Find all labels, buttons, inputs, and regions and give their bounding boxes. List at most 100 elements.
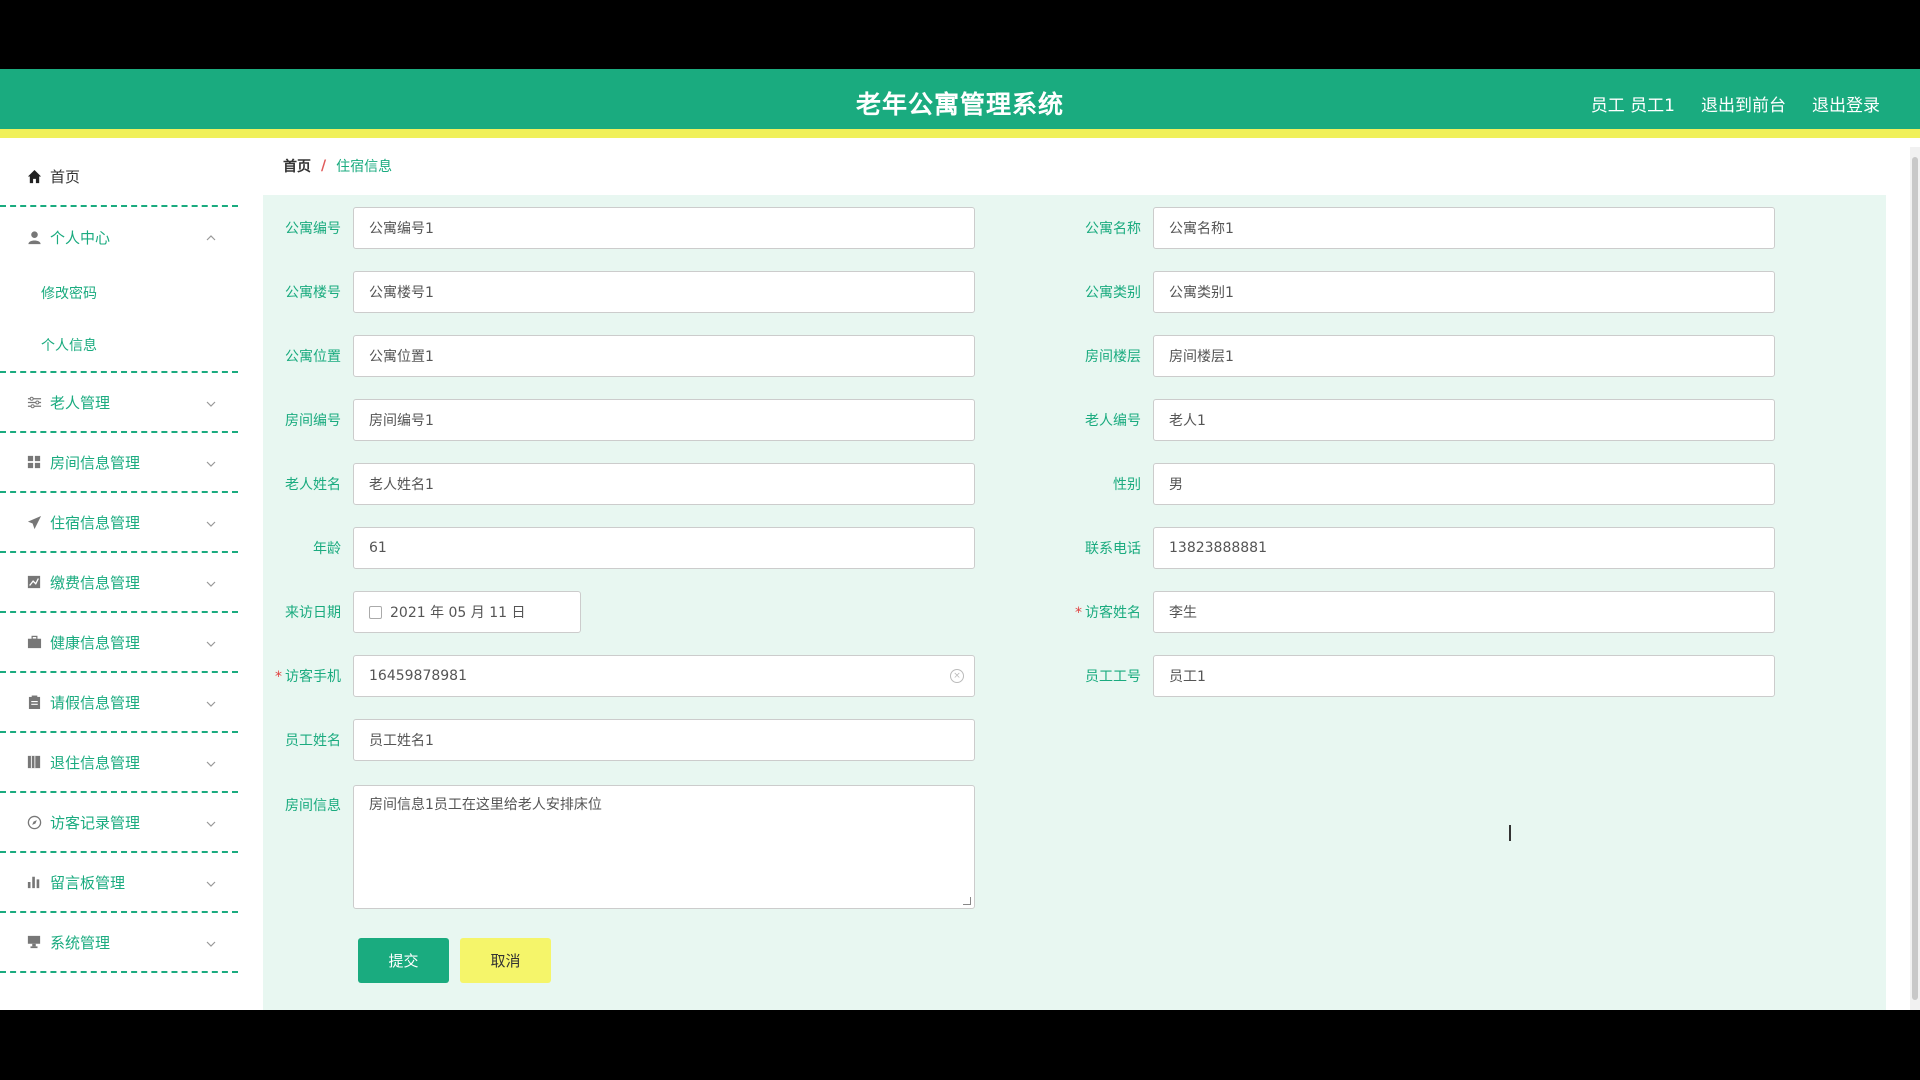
sidebar-item-room-mgmt[interactable]: 房间信息管理 <box>0 433 238 493</box>
chevron-down-icon <box>206 695 216 713</box>
apartment-no-input[interactable]: 公寓编号1 <box>353 207 975 249</box>
location-input[interactable]: 公寓位置1 <box>353 335 975 377</box>
field-label: 老人姓名 <box>285 477 341 493</box>
sidebar-item-label: 系统管理 <box>50 933 111 952</box>
field-phone: 联系电话 13823888881 <box>1063 527 1775 569</box>
top-header: 老年公寓管理系统 员工 员工1 退出到前台 退出登录 <box>0 69 1920 138</box>
submit-button[interactable]: 提交 <box>358 938 449 983</box>
room-floor-input[interactable]: 房间楼层1 <box>1153 335 1775 377</box>
breadcrumb-current: 住宿信息 <box>336 159 393 175</box>
room-no-input[interactable]: 房间编号1 <box>353 399 975 441</box>
sidebar: 首页 个人中心 修改密码 个人信息 老人管理 房间信息管理 住宿信息管理 缴费信… <box>0 147 238 1010</box>
grid-icon <box>26 454 42 470</box>
apartment-type-input[interactable]: 公寓类别1 <box>1153 271 1775 313</box>
calendar-icon <box>369 605 382 619</box>
field-label-text: 访客手机 <box>285 669 341 685</box>
field-label: 公寓名称 <box>1085 221 1141 237</box>
current-user[interactable]: 员工 员工1 <box>1591 91 1675 116</box>
field-label: 老人编号 <box>1085 413 1141 429</box>
breadcrumb-home[interactable]: 首页 <box>283 156 311 176</box>
field-label: * 访客手机 <box>263 666 353 686</box>
lodging-form: 公寓编号 公寓编号1 公寓名称 公寓名称1 公寓楼号 公寓楼号1 公寓类别 公寓… <box>263 195 1886 1010</box>
field-label: 房间楼层 <box>1085 349 1141 365</box>
bar-chart-icon <box>26 874 42 890</box>
room-info-value: 房间信息1员工在这里给老人安排床位 <box>369 797 602 813</box>
sidebar-item-visitor-mgmt[interactable]: 访客记录管理 <box>0 793 238 853</box>
gender-input[interactable]: 男 <box>1153 463 1775 505</box>
mouse-text-cursor <box>1509 825 1511 841</box>
field-label: 年龄 <box>313 541 341 557</box>
elder-no-input[interactable]: 老人1 <box>1153 399 1775 441</box>
sidebar-item-label: 访客记录管理 <box>50 813 141 832</box>
logout-link[interactable]: 退出登录 <box>1812 91 1880 116</box>
sidebar-group-personal: 个人中心 修改密码 个人信息 <box>0 207 238 373</box>
field-gender: 性别 男 <box>1063 463 1775 505</box>
elder-name-input[interactable]: 老人姓名1 <box>353 463 975 505</box>
sidebar-item-label: 健康信息管理 <box>50 633 141 652</box>
field-staff-name: 员工姓名 员工姓名1 <box>263 719 975 761</box>
sidebar-item-checkout-mgmt[interactable]: 退住信息管理 <box>0 733 238 793</box>
sidebar-item-health-mgmt[interactable]: 健康信息管理 <box>0 613 238 673</box>
visitor-name-input[interactable]: 李生 <box>1153 591 1775 633</box>
chevron-down-icon <box>206 935 216 953</box>
building-no-input[interactable]: 公寓楼号1 <box>353 271 975 313</box>
field-apartment-type: 公寓类别 公寓类别1 <box>1063 271 1775 313</box>
age-input[interactable]: 61 <box>353 527 975 569</box>
back-to-front-link[interactable]: 退出到前台 <box>1701 91 1786 116</box>
field-label: 来访日期 <box>285 605 341 621</box>
visit-date-value: 2021 年 05 月 11 日 <box>390 605 526 621</box>
header-actions: 员工 员工1 退出到前台 退出登录 <box>1591 91 1880 116</box>
sliders-icon <box>26 394 42 410</box>
app-window: 老年公寓管理系统 员工 员工1 退出到前台 退出登录 首页 个人中心 修改密码 … <box>0 69 1920 1010</box>
cancel-button[interactable]: 取消 <box>460 938 551 983</box>
visitor-phone-input[interactable]: 16459878981 × <box>353 655 975 697</box>
sidebar-item-lodging-mgmt[interactable]: 住宿信息管理 <box>0 493 238 553</box>
clear-input-icon[interactable]: × <box>950 669 964 683</box>
field-visitor-name: * 访客姓名 李生 <box>1063 591 1775 633</box>
sidebar-item-elder-mgmt[interactable]: 老人管理 <box>0 373 238 433</box>
chevron-down-icon <box>206 875 216 893</box>
field-visit-date: 来访日期 2021 年 05 月 11 日 <box>263 591 581 633</box>
sidebar-item-label: 缴费信息管理 <box>50 573 141 592</box>
staff-no-input[interactable]: 员工1 <box>1153 655 1775 697</box>
field-staff-no: 员工工号 员工1 <box>1063 655 1775 697</box>
scrollbar-thumb[interactable] <box>1912 157 1918 1000</box>
room-info-textarea[interactable]: 房间信息1员工在这里给老人安排床位 <box>353 785 975 909</box>
field-age: 年龄 61 <box>263 527 975 569</box>
field-label-text: 访客姓名 <box>1085 605 1141 621</box>
send-icon <box>26 514 42 530</box>
chevron-down-icon <box>206 515 216 533</box>
sidebar-subitem-change-password[interactable]: 修改密码 <box>0 267 238 319</box>
briefcase-icon <box>26 634 42 650</box>
required-mark: * <box>275 669 282 685</box>
sidebar-item-home[interactable]: 首页 <box>0 147 238 207</box>
visit-date-picker[interactable]: 2021 年 05 月 11 日 <box>353 591 581 633</box>
sidebar-subitem-personal-info[interactable]: 个人信息 <box>0 319 238 371</box>
field-building-no: 公寓楼号 公寓楼号1 <box>263 271 975 313</box>
field-elder-name: 老人姓名 老人姓名1 <box>263 463 975 505</box>
sidebar-item-payment-mgmt[interactable]: 缴费信息管理 <box>0 553 238 613</box>
sidebar-item-system-mgmt[interactable]: 系统管理 <box>0 913 238 973</box>
clipboard-icon <box>26 694 42 710</box>
resize-handle[interactable] <box>963 897 971 905</box>
field-room-no: 房间编号 房间编号1 <box>263 399 975 441</box>
visitor-phone-value: 16459878981 <box>369 668 467 684</box>
chevron-down-icon <box>206 755 216 773</box>
sidebar-item-leave-mgmt[interactable]: 请假信息管理 <box>0 673 238 733</box>
page-scrollbar[interactable] <box>1910 147 1920 1010</box>
sidebar-item-personal-center[interactable]: 个人中心 <box>0 207 238 267</box>
field-label: 公寓类别 <box>1085 285 1141 301</box>
apartment-name-input[interactable]: 公寓名称1 <box>1153 207 1775 249</box>
staff-name-input[interactable]: 员工姓名1 <box>353 719 975 761</box>
compass-icon <box>26 814 42 830</box>
sidebar-item-message-board[interactable]: 留言板管理 <box>0 853 238 913</box>
field-label: 公寓楼号 <box>285 285 341 301</box>
field-label: 员工姓名 <box>285 733 341 749</box>
sidebar-item-label: 个人中心 <box>50 228 111 247</box>
home-icon <box>26 168 42 184</box>
field-room-info: 房间信息 房间信息1员工在这里给老人安排床位 <box>263 785 975 909</box>
phone-input[interactable]: 13823888881 <box>1153 527 1775 569</box>
field-apartment-name: 公寓名称 公寓名称1 <box>1063 207 1775 249</box>
sidebar-item-label: 房间信息管理 <box>50 453 141 472</box>
field-label: 性别 <box>1113 477 1141 493</box>
